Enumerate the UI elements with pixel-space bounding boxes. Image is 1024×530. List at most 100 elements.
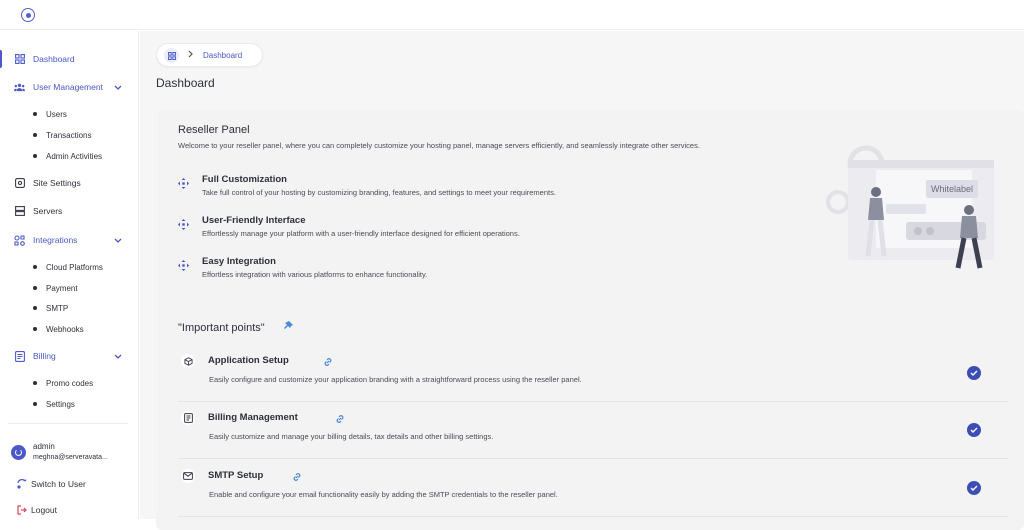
sidebar-subitem-payment[interactable]: Payment: [0, 279, 138, 297]
sidebar-subitem-label: Promo codes: [46, 378, 94, 388]
important-item: Billing Management Easily customize and …: [178, 403, 1008, 459]
mail-icon: [181, 469, 195, 483]
logout-button[interactable]: Logout: [0, 499, 138, 521]
grid-icon: [14, 54, 25, 65]
user-email: meghna@serveravata...: [33, 454, 108, 461]
chevron-right-icon: [188, 50, 193, 60]
link-icon[interactable]: [323, 354, 333, 366]
feature-item: Easy Integration Effortless integration …: [178, 256, 698, 282]
sidebar-subitem-smtp[interactable]: SMTP: [0, 299, 138, 317]
main-content: Dashboard Dashboard Reseller Panel Welco…: [140, 31, 1024, 530]
sidebar-subitem-label: SMTP: [46, 303, 69, 313]
important-item-desc: Easily configure and customize your appl…: [209, 375, 582, 384]
reseller-description: Welcome to your reseller panel, where yo…: [178, 141, 700, 150]
sidebar-subitem-label: Users: [46, 109, 67, 119]
sidebar-subitem-transactions[interactable]: Transactions: [0, 126, 138, 144]
sidebar-subitem-promo-codes[interactable]: Promo codes: [0, 374, 138, 392]
chevron-down-icon[interactable]: [114, 236, 122, 245]
sidebar: Dashboard User Management Users Transact…: [0, 31, 139, 519]
document-icon: [181, 411, 195, 425]
breadcrumb-current[interactable]: Dashboard: [203, 51, 242, 60]
box-icon: [181, 354, 195, 368]
sidebar-item-label: Billing: [33, 351, 56, 361]
power-icon: [11, 445, 26, 460]
bullet-icon: [33, 265, 37, 269]
server-icon: [14, 206, 25, 217]
receipt-icon: [14, 350, 25, 362]
grid-icon[interactable]: [164, 48, 179, 63]
sidebar-subitem-label: Webhooks: [46, 324, 84, 334]
sidebar-subitem-label: Admin Activities: [46, 151, 103, 161]
important-title: "Important points": [178, 322, 265, 334]
feature-title: Easy Integration: [202, 256, 276, 267]
sidebar-subitem-users[interactable]: Users: [0, 105, 138, 123]
bullet-icon: [33, 327, 37, 331]
app-logo-icon[interactable]: [21, 8, 35, 22]
sidebar-item-label: Integrations: [33, 235, 78, 245]
move-icon: [178, 217, 189, 230]
bullet-icon: [33, 133, 37, 137]
logout-label: Logout: [31, 505, 57, 515]
important-item: SMTP Setup Enable and configure your ema…: [178, 461, 1008, 517]
sidebar-item-label: Servers: [33, 206, 63, 216]
bullet-icon: [33, 286, 37, 290]
feature-title: User-Friendly Interface: [202, 215, 306, 226]
chevron-down-icon[interactable]: [114, 83, 122, 92]
switch-to-user-button[interactable]: Switch to User: [0, 473, 138, 495]
link-icon[interactable]: [335, 411, 345, 423]
breadcrumb: Dashboard: [156, 43, 263, 67]
switch-icon: [16, 479, 27, 490]
sidebar-subitem-webhooks[interactable]: Webhooks: [0, 320, 138, 338]
sidebar-item-servers[interactable]: Servers: [0, 200, 138, 222]
user-profile[interactable]: admin meghna@serveravata...: [0, 437, 138, 467]
feature-desc: Effortless integration with various plat…: [202, 270, 428, 279]
sidebar-item-site-settings[interactable]: Site Settings: [0, 172, 138, 194]
sidebar-subitem-label: Transactions: [46, 130, 92, 140]
sidebar-item-billing[interactable]: Billing: [0, 345, 138, 367]
switch-label: Switch to User: [31, 479, 86, 489]
important-item-desc: Easily customize and manage your billing…: [209, 432, 494, 441]
settings-box-icon: [14, 178, 25, 189]
sidebar-item-label: Dashboard: [33, 54, 75, 64]
sidebar-subitem-admin-activities[interactable]: Admin Activities: [0, 147, 138, 165]
dashboard-card: Reseller Panel Welcome to your reseller …: [156, 110, 1024, 530]
check-icon: [967, 423, 981, 437]
check-icon: [967, 366, 981, 380]
reseller-title: Reseller Panel: [178, 124, 250, 136]
bullet-icon: [33, 402, 37, 406]
sidebar-subitem-label: Cloud Platforms: [46, 262, 103, 272]
link-icon[interactable]: [292, 469, 302, 481]
whitelabel-illustration: Whitelabel: [826, 134, 1006, 279]
integrations-icon: [14, 234, 25, 246]
important-item: Application Setup Easily configure and c…: [178, 346, 1008, 402]
feature-item: User-Friendly Interface Effortlessly man…: [178, 215, 698, 241]
feature-desc: Take full control of your hosting by cus…: [202, 188, 556, 197]
sidebar-subitem-cloud-platforms[interactable]: Cloud Platforms: [0, 258, 138, 276]
bullet-icon: [33, 154, 37, 158]
sidebar-item-dashboard[interactable]: Dashboard: [0, 48, 138, 70]
bullet-icon: [33, 381, 37, 385]
important-item-title: Application Setup: [208, 355, 289, 366]
bullet-icon: [33, 306, 37, 310]
move-icon: [178, 258, 189, 271]
move-icon: [178, 176, 189, 189]
top-bar: [0, 0, 1024, 30]
sidebar-subitem-label: Settings: [46, 399, 75, 409]
sidebar-item-integrations[interactable]: Integrations: [0, 229, 138, 251]
important-item-title: Billing Management: [208, 412, 298, 423]
page-title: Dashboard: [156, 76, 215, 90]
chevron-down-icon[interactable]: [114, 352, 122, 361]
sidebar-item-user-management[interactable]: User Management: [0, 76, 138, 98]
sidebar-item-label: Site Settings: [33, 178, 81, 188]
logout-icon: [16, 505, 27, 516]
users-icon: [14, 82, 25, 93]
check-icon: [967, 481, 981, 495]
sidebar-subitem-settings[interactable]: Settings: [0, 395, 138, 413]
sidebar-item-label: User Management: [33, 82, 103, 92]
important-item-title: SMTP Setup: [208, 470, 264, 481]
sidebar-subitem-label: Payment: [46, 283, 78, 293]
bullet-icon: [33, 112, 37, 116]
feature-title: Full Customization: [202, 174, 287, 185]
pin-icon: [283, 321, 293, 334]
user-name: admin: [33, 442, 55, 451]
